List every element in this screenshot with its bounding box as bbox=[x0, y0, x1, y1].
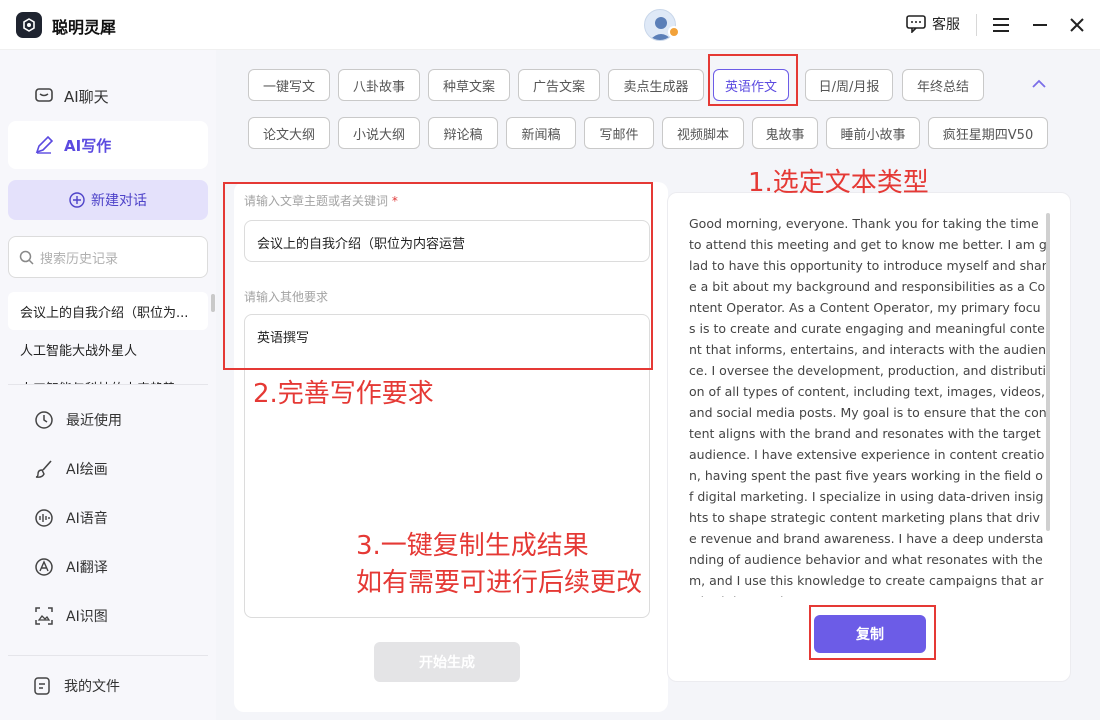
other-requirements-label: 请输入其他要求 bbox=[244, 290, 329, 304]
menu-icon bbox=[993, 18, 1009, 32]
tool-ai-drawing[interactable]: AI绘画 bbox=[34, 459, 108, 479]
sidebar-divider bbox=[8, 655, 208, 656]
tag-button[interactable]: 小说大纲 bbox=[338, 117, 420, 149]
tool-recent-label: 最近使用 bbox=[66, 413, 122, 429]
topic-input[interactable]: 会议上的自我介绍（职位为内容运营 bbox=[244, 220, 650, 262]
tool-ai-drawing-label: AI绘画 bbox=[66, 462, 108, 478]
tool-ai-voice[interactable]: AI语音 bbox=[34, 508, 108, 528]
collapse-tags-button[interactable] bbox=[1032, 74, 1046, 93]
tag-button[interactable]: 写邮件 bbox=[584, 117, 654, 149]
tag-button[interactable]: 种草文案 bbox=[428, 69, 510, 101]
nav-ai-writing[interactable]: AI写作 bbox=[8, 121, 208, 169]
tag-button[interactable]: 新闻稿 bbox=[506, 117, 576, 149]
annotation-step3-line2: 如有需要可进行后续更改 bbox=[356, 568, 643, 598]
tag-button[interactable]: 八卦故事 bbox=[338, 69, 420, 101]
tag-button[interactable]: 疯狂星期四V50 bbox=[928, 117, 1048, 149]
tool-recent[interactable]: 最近使用 bbox=[34, 410, 122, 430]
nav-ai-writing-label: AI写作 bbox=[64, 136, 112, 155]
vip-badge-icon bbox=[668, 26, 680, 38]
close-icon bbox=[1070, 18, 1084, 32]
history-icon bbox=[34, 410, 54, 430]
topic-label: 请输入文章主题或者关键词 * bbox=[244, 192, 398, 209]
minimize-button[interactable] bbox=[1028, 13, 1052, 37]
annotation-step3-line1: 3.一键复制生成结果 bbox=[356, 531, 589, 561]
sidebar-divider bbox=[8, 384, 208, 385]
history-search-input[interactable]: 搜索历史记录 bbox=[8, 236, 208, 278]
tag-button[interactable]: 广告文案 bbox=[518, 69, 600, 101]
nav-ai-chat[interactable]: AI聊天 bbox=[8, 72, 208, 120]
tag-button-active[interactable]: 英语作文 bbox=[713, 69, 789, 101]
search-icon bbox=[19, 250, 34, 265]
sidebar: AI聊天 AI写作 新建对话 搜索历史记录 会议上的自我介绍（职位为... 人工… bbox=[0, 50, 216, 720]
voice-icon bbox=[34, 508, 54, 528]
history-item[interactable]: 会议上的自我介绍（职位为... bbox=[8, 292, 208, 330]
new-chat-button[interactable]: 新建对话 bbox=[8, 180, 208, 220]
tool-ai-voice-label: AI语音 bbox=[66, 511, 108, 527]
translate-icon bbox=[34, 557, 54, 577]
app-logo-icon bbox=[16, 12, 42, 38]
title-bar: 聪明灵犀 客服 bbox=[0, 0, 1100, 50]
result-text: Good morning, everyone. Thank you for ta… bbox=[689, 216, 1047, 597]
app-title: 聪明灵犀 bbox=[52, 18, 117, 37]
tag-button[interactable]: 视频脚本 bbox=[662, 117, 744, 149]
input-panel: 请输入文章主题或者关键词 * 会议上的自我介绍（职位为内容运营 请输入其他要求 … bbox=[234, 182, 668, 712]
chat-bubble-icon bbox=[906, 15, 926, 33]
required-mark: * bbox=[391, 194, 398, 208]
tag-button[interactable]: 一键写文 bbox=[248, 69, 330, 101]
annotation-step1: 1.选定文本类型 bbox=[748, 168, 929, 198]
tool-ai-translate[interactable]: AI翻译 bbox=[34, 557, 108, 577]
plus-circle-icon bbox=[69, 192, 85, 208]
chevron-up-icon bbox=[1032, 79, 1046, 88]
start-generate-button[interactable]: 开始生成 bbox=[374, 642, 520, 682]
minimize-icon bbox=[1033, 24, 1047, 26]
nav-ai-chat-label: AI聊天 bbox=[64, 87, 109, 106]
tag-button[interactable]: 鬼故事 bbox=[752, 117, 818, 149]
brush-icon bbox=[34, 459, 54, 479]
customer-service-button[interactable]: 客服 bbox=[906, 14, 960, 34]
tool-ai-image-recognition-label: AI识图 bbox=[66, 609, 108, 625]
tool-ai-image-recognition[interactable]: AI识图 bbox=[34, 606, 108, 626]
tag-button[interactable]: 日/周/月报 bbox=[805, 69, 893, 101]
annotation-step2: 2.完善写作要求 bbox=[253, 379, 434, 409]
my-files-button[interactable]: 我的文件 bbox=[32, 676, 120, 696]
history-scrollbar[interactable] bbox=[211, 294, 215, 312]
tag-button[interactable]: 睡前小故事 bbox=[826, 117, 920, 149]
title-divider bbox=[976, 14, 977, 36]
tag-button[interactable]: 年终总结 bbox=[902, 69, 984, 101]
result-scrollbar[interactable] bbox=[1046, 213, 1050, 531]
my-files-label: 我的文件 bbox=[64, 679, 120, 695]
copy-button[interactable]: 复制 bbox=[814, 615, 926, 653]
history-item[interactable]: 人工智能与科技的未来趋势 bbox=[8, 368, 208, 385]
close-button[interactable] bbox=[1065, 13, 1089, 37]
tag-button[interactable]: 卖点生成器 bbox=[608, 69, 704, 101]
topic-label-text: 请输入文章主题或者关键词 bbox=[244, 194, 389, 208]
search-placeholder: 搜索历史记录 bbox=[40, 251, 119, 267]
customer-service-label: 客服 bbox=[932, 17, 960, 33]
new-chat-label: 新建对话 bbox=[91, 193, 147, 209]
file-icon bbox=[32, 676, 52, 696]
tag-button[interactable]: 论文大纲 bbox=[248, 117, 330, 149]
history-item[interactable]: 人工智能大战外星人 bbox=[8, 330, 208, 368]
tool-ai-translate-label: AI翻译 bbox=[66, 560, 108, 576]
image-recognize-icon bbox=[34, 606, 54, 626]
tag-button[interactable]: 辩论稿 bbox=[428, 117, 498, 149]
history-list: 会议上的自我介绍（职位为... 人工智能大战外星人 人工智能与科技的未来趋势 bbox=[8, 292, 208, 384]
chat-icon bbox=[35, 88, 53, 102]
pen-icon bbox=[35, 135, 54, 154]
menu-button[interactable] bbox=[989, 13, 1013, 37]
result-panel: Good morning, everyone. Thank you for ta… bbox=[667, 192, 1071, 682]
